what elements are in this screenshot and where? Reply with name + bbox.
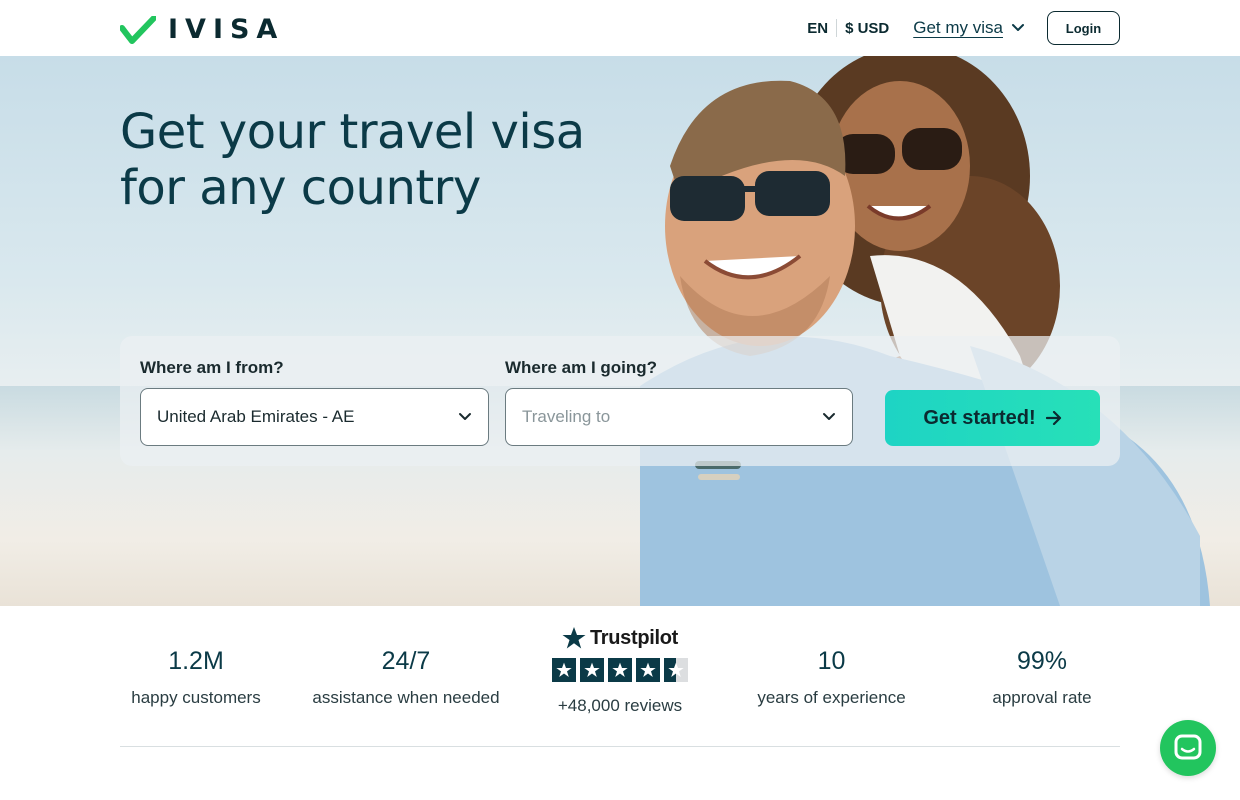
half-star-icon	[664, 658, 688, 682]
stats-bar: 1.2M happy customers 24/7 assistance whe…	[120, 606, 1120, 746]
language-selector[interactable]: EN	[807, 20, 828, 37]
nav-divider	[836, 19, 838, 37]
hero-section: Get your travel visa for any country	[0, 56, 1240, 606]
from-label: Where am I from?	[140, 358, 284, 377]
destination-placeholder: Traveling to	[522, 407, 611, 426]
trustpilot-rating[interactable]: Trustpilot +48,000 reviews	[552, 626, 688, 716]
star-icon	[580, 658, 604, 682]
trustpilot-logo: Trustpilot	[552, 626, 688, 650]
star-icon	[608, 658, 632, 682]
trustpilot-brand: Trustpilot	[589, 626, 679, 649]
stat-value: 10	[817, 647, 846, 675]
trustpilot-stars	[552, 658, 688, 682]
star-icon	[636, 658, 660, 682]
chevron-down-icon	[1012, 24, 1024, 31]
login-button[interactable]: Login	[1047, 11, 1120, 45]
stat-assistance: 24/7 assistance when needed	[310, 646, 502, 708]
currency-selector[interactable]: $ USD	[845, 20, 889, 37]
get-my-visa-label: Get my visa	[913, 18, 1003, 37]
trustpilot-reviews: +48,000 reviews	[557, 696, 683, 715]
arrow-right-icon	[1045, 411, 1061, 425]
stat-label: years of experience	[757, 688, 906, 707]
star-icon	[562, 627, 586, 649]
chat-bubble-icon	[1174, 734, 1202, 760]
get-my-visa-menu[interactable]: Get my visa	[913, 18, 1025, 38]
destination-select[interactable]: Traveling to	[505, 388, 853, 446]
get-started-button[interactable]: Get started!	[885, 390, 1100, 446]
logo-text: IVISA	[168, 14, 285, 45]
chat-button[interactable]	[1160, 720, 1216, 776]
nationality-select[interactable]: United Arab Emirates - AE	[140, 388, 489, 446]
nationality-value: United Arab Emirates - AE	[157, 407, 355, 426]
stat-value: 24/7	[381, 647, 431, 675]
hero-title: Get your travel visa for any country	[120, 104, 585, 216]
couple-photo	[640, 56, 1210, 606]
visa-search-panel: Where am I from? United Arab Emirates - …	[120, 336, 1120, 466]
stat-customers: 1.2M happy customers	[120, 646, 272, 708]
stat-value: 99%	[1016, 647, 1068, 675]
hero-title-line1: Get your travel visa	[120, 104, 585, 160]
checkmark-logo-icon	[120, 15, 156, 44]
stat-experience: 10 years of experience	[740, 646, 923, 708]
stat-label: happy customers	[131, 688, 261, 707]
stat-label: approval rate	[992, 688, 1092, 707]
header-nav: EN $ USD Get my visa Login	[807, 11, 1120, 45]
section-divider	[120, 746, 1120, 747]
logo[interactable]: IVISA	[120, 14, 284, 45]
chevron-down-icon	[459, 413, 471, 420]
stat-approval: 99% approval rate	[978, 646, 1106, 708]
stat-label: assistance when needed	[312, 688, 500, 707]
site-header: IVISA EN $ USD Get my visa Login	[0, 0, 1240, 56]
stat-value: 1.2M	[168, 647, 224, 675]
star-icon	[552, 658, 576, 682]
get-started-label: Get started!	[923, 406, 1036, 429]
to-label: Where am I going?	[505, 358, 658, 377]
chevron-down-icon	[823, 413, 835, 420]
hero-title-line2: for any country	[120, 160, 481, 216]
